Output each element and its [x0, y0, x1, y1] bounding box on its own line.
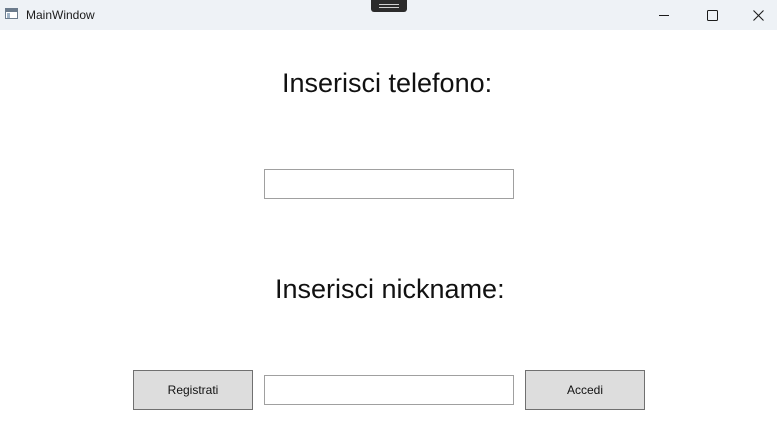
maximize-button[interactable]: [689, 0, 735, 30]
login-button[interactable]: Accedi: [525, 370, 645, 410]
window-title: MainWindow: [26, 8, 95, 22]
maximize-icon: [706, 9, 718, 21]
close-icon: [752, 9, 764, 21]
phone-input[interactable]: [264, 169, 514, 199]
title-bar[interactable]: MainWindow: [0, 0, 777, 30]
app-window-icon: [5, 8, 18, 19]
nickname-input[interactable]: [264, 375, 514, 405]
main-window: MainWindow Inserisci telefono: Inserisci…: [0, 0, 777, 436]
phone-label: Inserisci telefono:: [282, 68, 493, 98]
close-button[interactable]: [735, 0, 777, 30]
drag-handle[interactable]: [371, 0, 407, 12]
register-button[interactable]: Registrati: [133, 370, 253, 410]
nickname-label: Inserisci nickname:: [275, 274, 505, 304]
minimize-button[interactable]: [641, 0, 687, 30]
minimize-icon: [659, 15, 669, 16]
